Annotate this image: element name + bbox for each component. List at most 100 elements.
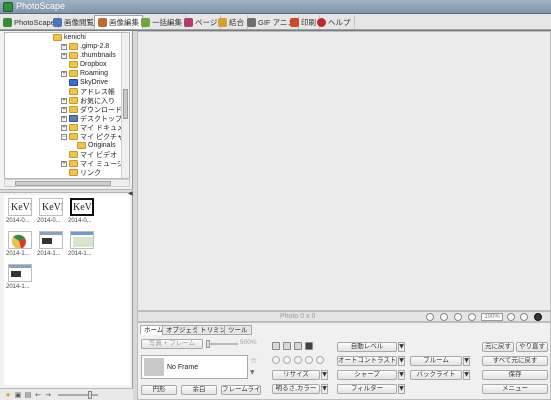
bloom-dropdown[interactable]: ▼ (463, 356, 470, 366)
level-icon[interactable] (305, 342, 313, 350)
save-button[interactable]: 保存 (482, 370, 548, 380)
tree-item[interactable]: + .thumbnails (61, 51, 116, 60)
expand-icon[interactable]: + (61, 106, 67, 113)
bottom-toolbar: ★ ▣ ▤ ← → (0, 388, 133, 400)
resize-dropdown[interactable]: ▼ (321, 370, 328, 380)
image-canvas[interactable] (137, 31, 551, 311)
resize-button[interactable]: リサイズ (272, 370, 320, 380)
zoom-out-icon[interactable] (520, 313, 528, 321)
tab-label: ヘルプ (328, 17, 351, 27)
menu-button[interactable]: メニュー (482, 384, 548, 394)
rotate-right-icon[interactable] (283, 356, 291, 364)
auto-level-dropdown[interactable]: ▼ (398, 342, 405, 352)
tree-item-my-pictures[interactable]: − マイ ピクチャ (61, 132, 124, 141)
brightness-button[interactable]: 明るさ,カラー (272, 384, 320, 394)
favorite-star-icon[interactable]: ☆ (250, 356, 257, 365)
tab-batch[interactable]: 一括編集 (138, 15, 186, 29)
filter-button[interactable]: フィルター (337, 384, 397, 394)
thumbnail-item[interactable]: 2014-1... (6, 231, 34, 261)
collapse-icon[interactable]: − (61, 133, 67, 140)
scrollbar-thumb[interactable] (15, 181, 111, 186)
margin-button[interactable]: 余白 (181, 385, 217, 395)
tree-item[interactable]: + .gimp-2.8 (61, 42, 109, 51)
tab-editor[interactable]: 画像編集 (94, 15, 143, 29)
percent-label: 500% (240, 339, 257, 346)
help-icon (317, 17, 326, 27)
bloom-button[interactable]: ブルーム (410, 356, 462, 366)
tree-item-kenichi[interactable]: kenichi (53, 33, 86, 42)
expand-icon[interactable]: + (61, 43, 67, 50)
thumbnail-item[interactable]: KeVl 2014-0... (6, 198, 34, 228)
folder-add-icon[interactable]: ▣ (14, 391, 22, 399)
rotate-left-icon[interactable] (272, 356, 280, 364)
actual-size-icon[interactable] (440, 313, 448, 321)
expand-icon[interactable]: + (61, 115, 67, 122)
folder-open-icon[interactable]: ▤ (24, 391, 32, 399)
scrollbar-thumb[interactable] (123, 89, 128, 119)
fit-window-icon[interactable] (426, 313, 434, 321)
title-bar: PhotoScape (0, 0, 551, 14)
thumbnail-item[interactable]: 2014-1... (37, 231, 65, 261)
backlight-button[interactable]: バックライト (410, 370, 462, 380)
frame-slider[interactable] (206, 340, 238, 348)
backlight-dropdown[interactable]: ▼ (463, 370, 470, 380)
dropdown-arrow-icon[interactable]: ▼ (250, 369, 255, 376)
rotate-icon[interactable] (316, 356, 324, 364)
flip-icon[interactable] (294, 356, 302, 364)
frame-line-button[interactable]: フレームライン (221, 385, 261, 395)
back-icon[interactable]: ← (34, 391, 42, 399)
combine-icon (218, 17, 227, 27)
brightness-dropdown[interactable]: ▼ (321, 384, 328, 394)
revert-all-button[interactable]: すべて元に戻す (482, 356, 548, 366)
level-icon[interactable] (272, 342, 280, 350)
tab-help[interactable]: ヘルプ (314, 15, 355, 29)
subtab-tools[interactable]: ツール (224, 325, 252, 335)
mirror-icon[interactable] (305, 356, 313, 364)
redo-button[interactable]: やり直す (516, 342, 548, 352)
tree-vertical-scrollbar[interactable] (121, 33, 129, 178)
tab-viewer[interactable]: 画像閲覧 (50, 15, 98, 29)
folder-tree[interactable]: kenichi + .gimp-2.8 + .thumbnails Dropbo… (4, 32, 130, 179)
forward-icon[interactable]: → (44, 391, 52, 399)
pie-thumbnail (11, 234, 26, 248)
frame-selector[interactable]: No Frame (141, 355, 248, 379)
tree-item[interactable]: + Roaming (61, 69, 108, 78)
revert-button[interactable]: 元に戻す (482, 342, 514, 352)
tree-item[interactable]: Dropbox (69, 60, 106, 69)
expand-icon[interactable]: + (61, 160, 67, 167)
star-icon[interactable]: ★ (4, 391, 12, 399)
sharpen-button[interactable]: シャープ (337, 370, 397, 380)
thumbnail-item[interactable]: 2014-1... (6, 264, 34, 294)
sharpen-dropdown[interactable]: ▼ (398, 370, 405, 380)
filter-dropdown[interactable]: ▼ (398, 384, 405, 394)
editor-icon (98, 17, 107, 27)
zoom-out-icon[interactable] (468, 313, 476, 321)
slider-knob[interactable] (206, 340, 210, 348)
folder-icon (69, 160, 78, 167)
expand-icon[interactable]: + (61, 70, 67, 77)
level-icon[interactable] (283, 342, 291, 350)
collapse-panel-icon[interactable]: ◀ (128, 190, 133, 197)
auto-contrast-button[interactable]: オートコントラスト (337, 356, 397, 366)
slider-knob[interactable] (88, 391, 92, 399)
thumbnail-size-slider[interactable] (58, 391, 98, 399)
batch-icon (141, 17, 150, 27)
viewer-icon (53, 17, 62, 27)
info-icon[interactable] (534, 313, 542, 321)
expand-icon[interactable]: + (61, 97, 67, 104)
auto-level-button[interactable]: 自動レベル (337, 342, 397, 352)
zoom-in-icon[interactable] (454, 313, 462, 321)
expand-icon[interactable]: + (61, 52, 67, 59)
thumbnail-item[interactable]: 2014-1... (68, 231, 96, 261)
thumbnail-item-selected[interactable]: KeVl 2014-0... (68, 198, 96, 228)
zoom-in-icon[interactable] (507, 313, 515, 321)
tree-horizontal-scrollbar[interactable] (4, 179, 130, 187)
panel-splitter[interactable] (0, 189, 133, 193)
auto-contrast-dropdown[interactable]: ▼ (398, 356, 405, 366)
round-button[interactable]: 円形 (141, 385, 177, 395)
thumbnail-item[interactable]: KeVl 2014-0... (37, 198, 65, 228)
level-icon[interactable] (294, 342, 302, 350)
photo-frame-button[interactable]: 写真 + フレーム (141, 339, 203, 349)
expand-icon[interactable]: + (61, 124, 67, 131)
zoom-level[interactable]: 100% (481, 313, 503, 321)
